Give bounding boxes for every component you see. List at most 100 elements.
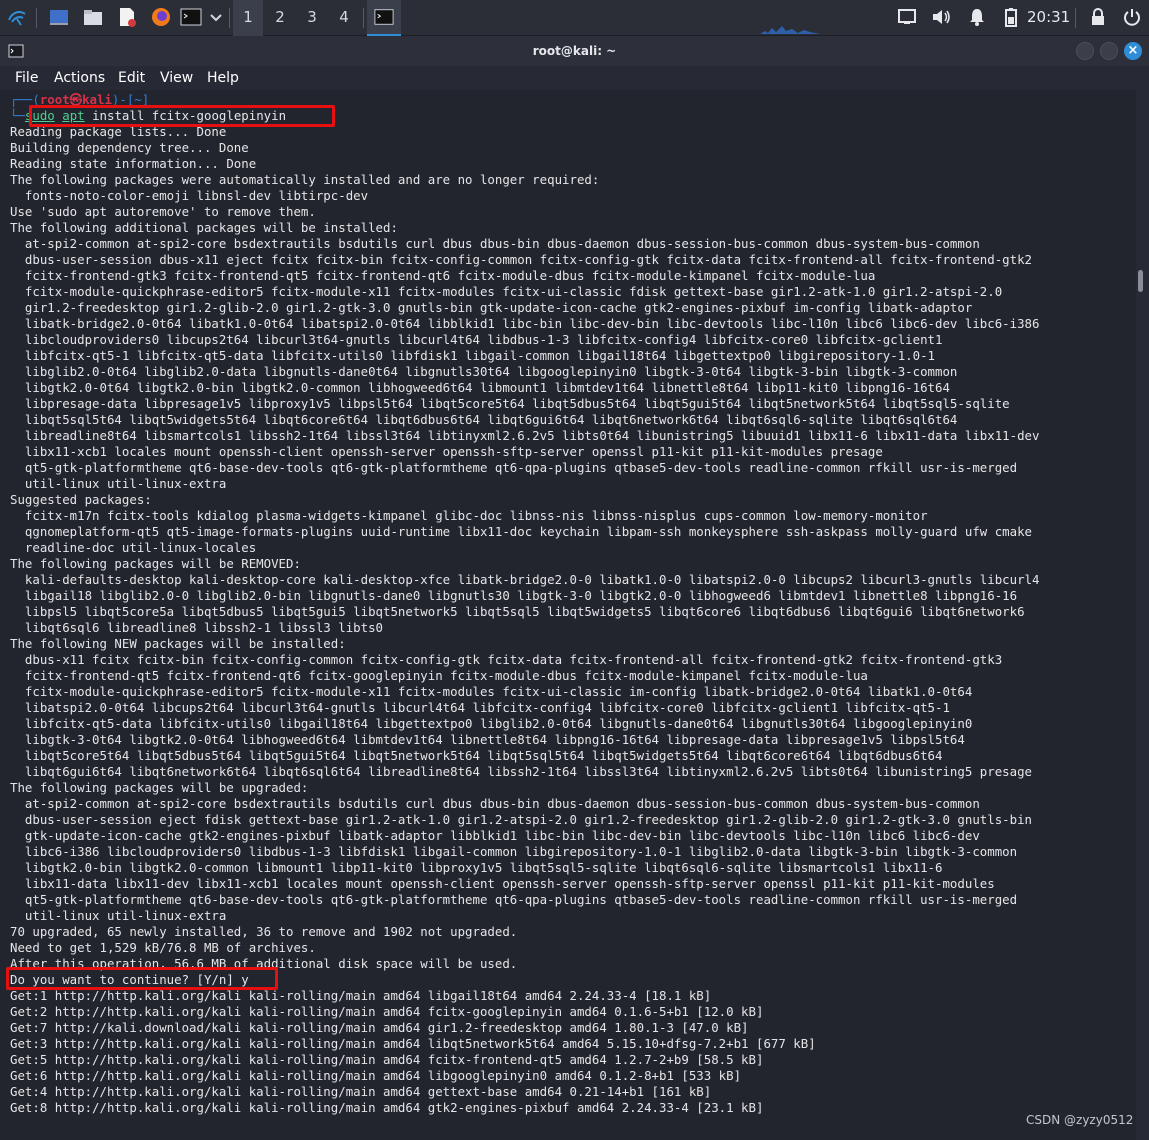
- output-line: libglib2.0-0t64 libglib2.0-data libgnutl…: [10, 364, 958, 379]
- menu-view[interactable]: View: [160, 66, 193, 90]
- output-line: fcitx-m17n fcitx-tools kdialog plasma-wi…: [10, 508, 928, 523]
- firefox-icon[interactable]: [150, 6, 172, 28]
- clock[interactable]: 20:31: [1027, 0, 1070, 36]
- output-line: libgtk2.0-0t64 libgtk2.0-bin libgtk2.0-c…: [10, 380, 950, 395]
- output-line: libfcitx-qt5-data libfcitx-utils0 libgai…: [10, 716, 973, 731]
- taskbar: 1 2 3 4 20:31: [0, 0, 1149, 38]
- menu-edit[interactable]: Edit: [118, 66, 145, 90]
- output-line: Use 'sudo apt autoremove' to remove them…: [10, 204, 316, 219]
- show-desktop-icon[interactable]: [48, 6, 70, 28]
- output-line: Get:3 http://http.kali.org/kali kali-rol…: [10, 1036, 816, 1051]
- output-line: libgtk-3-0t64 libgtk2.0-0t64 libhogweed6…: [10, 732, 965, 747]
- volume-icon[interactable]: [930, 6, 952, 28]
- output-line: The following packages will be REMOVED:: [10, 556, 301, 571]
- output-line: qt5-gtk-platformtheme qt6-base-dev-tools…: [10, 892, 1018, 907]
- terminal-window-icon: [374, 9, 394, 25]
- output-line: libatspi2.0-0t64 libcups2t64 libcurl3t64…: [10, 700, 950, 715]
- output-line: libreadline8t64 libsmartcols1 libssh2-1t…: [10, 428, 1040, 443]
- output-line: qgnomeplatform-qt5 qt5-image-formats-plu…: [10, 524, 1032, 539]
- display-icon[interactable]: [896, 6, 918, 28]
- battery-icon[interactable]: [1000, 6, 1022, 28]
- output-line: util-linux util-linux-extra: [10, 476, 227, 491]
- output-line: libqt6sql6 libreadline8 libssh2-1 libssl…: [10, 620, 383, 635]
- output-line: libx11-xcb1 locales mount openssh-client…: [10, 444, 883, 459]
- menu-help[interactable]: Help: [207, 66, 239, 90]
- power-icon[interactable]: [1121, 6, 1143, 28]
- output-line: libgail18 libglib2.0-0 libglib2.0-bin li…: [10, 588, 1018, 603]
- watermark: CSDN @zyzy0512: [1026, 1113, 1134, 1127]
- separator: [1075, 8, 1076, 28]
- output-line: util-linux util-linux-extra: [10, 908, 227, 923]
- chevron-down-icon[interactable]: [205, 6, 227, 28]
- output-line: gtk-update-icon-cache gtk2-engines-pixbu…: [10, 828, 980, 843]
- lock-icon[interactable]: [1087, 6, 1109, 28]
- workspace-1[interactable]: 1: [233, 0, 263, 38]
- close-button[interactable]: ×: [1124, 42, 1142, 60]
- cpu-graph-icon: [760, 26, 820, 34]
- separator: [229, 8, 230, 28]
- output-line: libpresage-data libpresage1v5 libproxy1v…: [10, 396, 1010, 411]
- output-line: libx11-data libx11-dev libx11-xcb1 local…: [10, 876, 995, 891]
- output-line: The following packages will be upgraded:: [10, 780, 309, 795]
- output-line: gir1.2-freedesktop gir1.2-glib-2.0 gir1.…: [10, 300, 973, 315]
- output-line: libqt5core5t64 libqt5dbus5t64 libqt5gui5…: [10, 748, 943, 763]
- output-line: Get:2 http://http.kali.org/kali kali-rol…: [10, 1004, 764, 1019]
- output-line: Get:6 http://http.kali.org/kali kali-rol…: [10, 1068, 742, 1083]
- output-line: fcitx-frontend-qt5 fcitx-frontend-qt6 fc…: [10, 668, 868, 683]
- command-highlight-box: [29, 105, 335, 127]
- terminal-window: root@kali: ~ × File Actions Edit View He…: [0, 36, 1149, 1140]
- maximize-button[interactable]: [1100, 42, 1118, 60]
- prompt-corner: └─: [10, 108, 25, 123]
- output-line: libcloudproviders0 libcups2t64 libcurl3t…: [10, 332, 943, 347]
- output-line: Get:5 http://http.kali.org/kali kali-rol…: [10, 1052, 764, 1067]
- output-line: The following packages were automaticall…: [10, 172, 600, 187]
- output-line: libfcitx-qt5-1 libfcitx-qt5-data libfcit…: [10, 348, 936, 363]
- window-title: root@kali: ~: [532, 44, 617, 58]
- notification-bell-icon[interactable]: [966, 6, 988, 28]
- separator: [363, 8, 364, 28]
- output-line: at-spi2-common at-spi2-core bsdextrautil…: [10, 796, 980, 811]
- output-line: fonts-noto-color-emoji libnsl-dev libtir…: [10, 188, 369, 203]
- output-line: The following NEW packages will be insta…: [10, 636, 346, 651]
- output-line: libpsl5 libqt5core5a libqt5dbus5 libqt5g…: [10, 604, 1025, 619]
- output-line: libgtk2.0-bin libgtk2.0-common libmount1…: [10, 860, 943, 875]
- output-line: libqt5sql5t64 libqt5widgets5t64 libqt6co…: [10, 412, 958, 427]
- terminal-launcher-icon[interactable]: [180, 6, 202, 28]
- output-line: Need to get 1,529 kB/76.8 MB of archives…: [10, 940, 316, 955]
- terminal-output[interactable]: ┌──(root㉿kali)-[~] └─sudo apt install fc…: [0, 90, 1136, 1140]
- output-line: fcitx-frontend-gtk3 fcitx-frontend-qt5 f…: [10, 268, 876, 283]
- menu-file[interactable]: File: [15, 66, 38, 90]
- output-line: libatk-bridge2.0-0t64 libatk1.0-0t64 lib…: [10, 316, 1040, 331]
- menu-bar: File Actions Edit View Help: [0, 66, 1149, 90]
- menu-actions[interactable]: Actions: [54, 66, 105, 90]
- kali-menu-icon[interactable]: [6, 6, 28, 28]
- terminal-scrollbar[interactable]: [1138, 270, 1143, 292]
- workspace-4[interactable]: 4: [329, 0, 359, 36]
- output-line: libc6-i386 libcloudproviders0 libdbus-1-…: [10, 844, 1018, 859]
- output-line: fcitx-module-quickphrase-editor5 fcitx-m…: [10, 684, 973, 699]
- output-line: dbus-user-session eject fdisk gettext-ba…: [10, 812, 1032, 827]
- output-line: qt5-gtk-platformtheme qt6-base-dev-tools…: [10, 460, 1018, 475]
- output-line: The following additional packages will b…: [10, 220, 398, 235]
- output-line: Get:8 http://http.kali.org/kali kali-rol…: [10, 1100, 764, 1115]
- output-line: fcitx-module-quickphrase-editor5 fcitx-m…: [10, 284, 1003, 299]
- window-titlebar[interactable]: root@kali: ~ ×: [0, 36, 1149, 66]
- workspace-2[interactable]: 2: [265, 0, 295, 36]
- output-line: kali-defaults-desktop kali-desktop-core …: [10, 572, 1040, 587]
- output-line: 70 upgraded, 65 newly installed, 36 to r…: [10, 924, 518, 939]
- taskbar-terminal-window[interactable]: [367, 0, 401, 36]
- minimize-button[interactable]: [1076, 42, 1094, 60]
- output-line: Building dependency tree... Done: [10, 140, 249, 155]
- output-line: Reading state information... Done: [10, 156, 257, 171]
- continue-highlight-box: [6, 967, 278, 990]
- text-editor-icon[interactable]: [116, 6, 138, 28]
- separator: [36, 8, 37, 28]
- file-manager-icon[interactable]: [82, 6, 104, 28]
- output-line: Get:7 http://kali.download/kali kali-rol…: [10, 1020, 749, 1035]
- output-line: at-spi2-common at-spi2-core bsdextrautil…: [10, 236, 980, 251]
- output-line: readline-doc util-linux-locales: [10, 540, 257, 555]
- workspace-3[interactable]: 3: [297, 0, 327, 36]
- output-line: libqt6gui6t64 libqt6network6t64 libqt6sq…: [10, 764, 1032, 779]
- output-line: Suggested packages:: [10, 492, 152, 507]
- output-line: dbus-user-session dbus-x11 eject fcitx f…: [10, 252, 1032, 267]
